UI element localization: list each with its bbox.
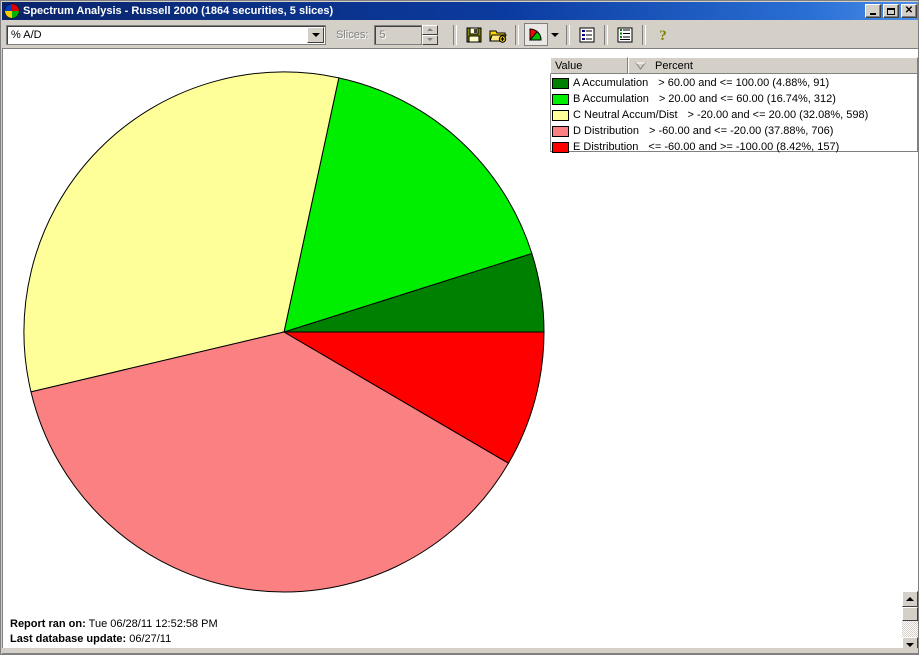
floppy-disk-icon bbox=[466, 27, 482, 42]
sort-descending-icon bbox=[633, 62, 647, 70]
chevron-down-icon bbox=[550, 32, 559, 37]
triangle-down-icon bbox=[427, 38, 434, 41]
list-view-icon bbox=[579, 27, 595, 42]
status-bar bbox=[2, 648, 918, 653]
pie-chart bbox=[3, 49, 551, 594]
legend-row-range: > 60.00 and <= 100.00 (4.88%, 91) bbox=[658, 77, 830, 89]
indicator-select-value: % A/D bbox=[11, 28, 42, 41]
slices-increment-button[interactable] bbox=[422, 24, 439, 35]
toolbar-separator bbox=[642, 24, 647, 45]
legend-row-label: C Neutral Accum/Dist bbox=[573, 109, 678, 121]
report-view-button[interactable] bbox=[613, 23, 637, 46]
report-content: Value Percent A Accumulation > 60.00 and … bbox=[2, 48, 918, 654]
slices-label: Slices: bbox=[336, 28, 369, 41]
last-update-label: Last database update: bbox=[10, 633, 127, 645]
pie-chart-icon bbox=[529, 27, 542, 40]
scroll-up-button[interactable] bbox=[902, 591, 918, 607]
pie-chart-icon bbox=[4, 3, 20, 19]
legend-color-swatch bbox=[552, 93, 569, 105]
scroll-thumb[interactable] bbox=[902, 607, 918, 621]
pie-chart-view-button[interactable] bbox=[524, 23, 549, 46]
toolbar-separator bbox=[453, 24, 458, 45]
vertical-scrollbar[interactable] bbox=[902, 49, 918, 653]
legend-row[interactable]: C Neutral Accum/Dist > -20.00 and <= 20.0… bbox=[552, 107, 917, 123]
save-button[interactable] bbox=[462, 23, 486, 46]
legend-header: Value Percent bbox=[550, 57, 918, 74]
slices-stepper[interactable]: 5 bbox=[374, 24, 439, 45]
title-bar[interactable]: Spectrum Analysis - Russell 2000 (1864 s… bbox=[2, 2, 918, 20]
legend-row-range: > 20.00 and <= 60.00 (16.74%, 312) bbox=[658, 93, 836, 105]
close-icon: ✕ bbox=[904, 5, 914, 16]
report-footer: Report ran on: Tue 06/28/11 12:52:58 PM … bbox=[10, 617, 218, 647]
pie-chart-svg[interactable] bbox=[3, 49, 551, 594]
legend-column-value-label: Value bbox=[555, 59, 583, 72]
svg-text:?: ? bbox=[660, 28, 668, 44]
legend-row-range: <= -60.00 and >= -100.00 (8.42%, 157) bbox=[648, 141, 840, 153]
legend-color-swatch bbox=[552, 141, 569, 153]
slices-input[interactable]: 5 bbox=[374, 24, 423, 45]
chevron-down-icon[interactable] bbox=[307, 26, 324, 43]
maximize-icon bbox=[887, 7, 895, 15]
maximize-button[interactable] bbox=[883, 4, 899, 18]
help-button[interactable]: ? bbox=[651, 23, 675, 46]
legend-row-range: > -20.00 and <= 20.00 (32.08%, 598) bbox=[687, 109, 869, 121]
legend-column-value[interactable]: Value bbox=[550, 57, 628, 74]
indicator-select[interactable]: % A/D bbox=[6, 24, 326, 45]
legend-color-swatch bbox=[552, 77, 569, 89]
minimize-button[interactable] bbox=[865, 4, 881, 18]
open-folder-icon bbox=[489, 30, 508, 43]
last-update-value: 06/27/11 bbox=[129, 633, 172, 645]
legend-column-percent[interactable]: Percent bbox=[628, 57, 918, 74]
legend-rows: A Accumulation > 60.00 and <= 100.00 (4.8… bbox=[550, 74, 918, 155]
open-button[interactable] bbox=[486, 23, 510, 46]
toolbar-separator bbox=[515, 24, 520, 45]
legend-row-label: A Accumulation bbox=[573, 77, 649, 89]
last-update-line: Last database update: 06/27/11 bbox=[10, 632, 218, 647]
minimize-icon bbox=[870, 12, 876, 15]
report-view-icon bbox=[617, 27, 633, 42]
legend-row-label: E Distribution bbox=[573, 141, 639, 153]
window-controls: ✕ bbox=[865, 4, 917, 18]
triangle-up-icon bbox=[427, 28, 434, 31]
legend-row[interactable]: E Distribution <= -60.00 and >= -100.00 (… bbox=[552, 139, 917, 155]
legend-color-swatch bbox=[552, 125, 569, 137]
legend-color-swatch bbox=[552, 109, 569, 121]
slices-stepper-buttons bbox=[422, 24, 439, 45]
legend-row-label: B Accumulation bbox=[573, 93, 649, 105]
triangle-down-icon bbox=[906, 643, 914, 647]
triangle-up-icon bbox=[906, 597, 914, 601]
toolbar-separator bbox=[604, 24, 609, 45]
close-button[interactable]: ✕ bbox=[901, 4, 917, 18]
list-view-button[interactable] bbox=[575, 23, 599, 46]
question-mark-icon: ? bbox=[660, 28, 668, 44]
report-ran-value: Tue 06/28/11 12:52:58 PM bbox=[88, 618, 218, 630]
window-title: Spectrum Analysis - Russell 2000 (1864 s… bbox=[23, 5, 334, 17]
legend-row[interactable]: A Accumulation > 60.00 and <= 100.00 (4.8… bbox=[552, 75, 917, 91]
toolbar-separator bbox=[566, 24, 571, 45]
legend-column-percent-label: Percent bbox=[655, 59, 693, 72]
legend-row[interactable]: D Distribution > -60.00 and <= -20.00 (37… bbox=[552, 123, 917, 139]
application-window: Spectrum Analysis - Russell 2000 (1864 s… bbox=[0, 0, 919, 655]
vertical-scrollbar-track[interactable] bbox=[902, 591, 918, 653]
legend-row[interactable]: B Accumulation > 20.00 and <= 60.00 (16.7… bbox=[552, 91, 917, 107]
slices-decrement-button[interactable] bbox=[422, 34, 439, 45]
report-ran-label: Report ran on: bbox=[10, 618, 86, 630]
legend-row-label: D Distribution bbox=[573, 125, 640, 137]
toolbar: % A/D Slices: 5 ? bbox=[2, 21, 918, 48]
report-ran-line: Report ran on: Tue 06/28/11 12:52:58 PM bbox=[10, 617, 218, 632]
legend: Value Percent A Accumulation > 60.00 and … bbox=[550, 57, 918, 155]
chart-type-dropdown-button[interactable] bbox=[548, 23, 561, 46]
legend-row-range: > -60.00 and <= -20.00 (37.88%, 706) bbox=[649, 125, 834, 137]
